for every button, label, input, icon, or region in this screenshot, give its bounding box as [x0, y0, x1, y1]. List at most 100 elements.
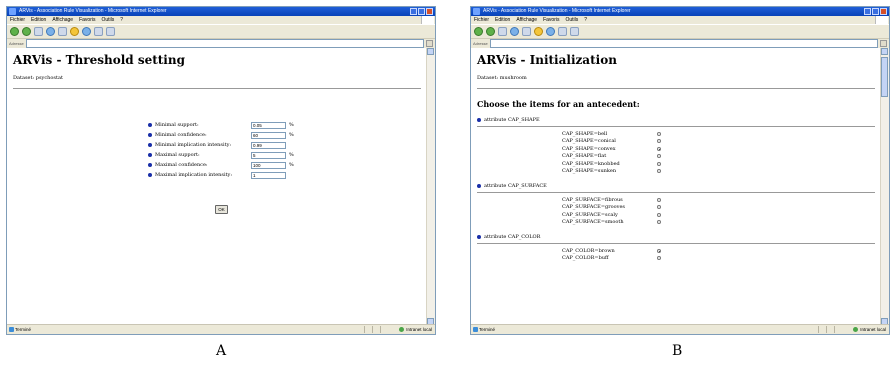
ok-button[interactable]: OK: [215, 205, 228, 214]
item-label: CAP_SHAPE=bell: [562, 130, 608, 137]
minimal-implication-input[interactable]: 0.99: [251, 141, 286, 149]
back-icon[interactable]: [474, 27, 483, 36]
item-radio[interactable]: [657, 154, 661, 159]
browser-window-a: ARVis - Association Rule Visualization -…: [6, 6, 436, 335]
bullet-icon: [148, 173, 152, 177]
address-label: Adresse: [473, 41, 488, 46]
vertical-scrollbar[interactable]: [880, 48, 889, 325]
address-dropdown-icon[interactable]: [426, 40, 433, 47]
security-zone: Intranet local: [398, 325, 432, 334]
print-icon[interactable]: [106, 27, 115, 36]
stop-icon[interactable]: [498, 27, 507, 36]
menu-favorites[interactable]: Favoris: [543, 16, 559, 24]
status-separator: [364, 326, 365, 333]
scroll-up-icon[interactable]: [427, 48, 434, 55]
item-radio-selected[interactable]: [657, 248, 661, 253]
minimal-support-input[interactable]: 0.05: [251, 121, 286, 129]
home-icon[interactable]: [522, 27, 531, 36]
unit-label: %: [289, 132, 294, 138]
list-item: CAP_SHAPE=knobbed: [471, 160, 881, 168]
status-bar: Terminé Intranet local: [7, 324, 435, 334]
intranet-icon: [853, 327, 859, 332]
refresh-icon[interactable]: [510, 27, 519, 36]
refresh-icon[interactable]: [46, 27, 55, 36]
field-label: Minimal confidence:: [155, 132, 207, 138]
item-radio[interactable]: [657, 197, 661, 202]
menu-view[interactable]: Affichage: [516, 16, 537, 24]
menu-edit[interactable]: Edition: [495, 16, 510, 24]
menu-file[interactable]: Fichier: [10, 16, 25, 24]
maximal-confidence-input[interactable]: 100: [251, 161, 286, 169]
value-list: CAP_COLOR=brown CAP_COLOR=buff: [471, 247, 881, 262]
divider: [477, 88, 875, 89]
item-radio[interactable]: [657, 256, 661, 261]
status-bar: Terminé Intranet local: [471, 324, 889, 334]
item-radio[interactable]: [657, 131, 661, 136]
menubar: Fichier Edition Affichage Favoris Outils…: [471, 16, 889, 24]
close-button[interactable]: [426, 8, 433, 15]
list-item: CAP_SURFACE=smooth: [471, 219, 881, 227]
home-icon[interactable]: [58, 27, 67, 36]
item-label: CAP_SURFACE=fibrous: [562, 196, 623, 203]
maximize-button[interactable]: [418, 8, 425, 15]
address-input[interactable]: [489, 39, 878, 48]
unit-label: %: [289, 152, 294, 158]
item-radio[interactable]: [657, 205, 661, 210]
list-item: CAP_SURFACE=fibrous: [471, 196, 881, 204]
address-dropdown-icon[interactable]: [880, 40, 887, 47]
history-icon[interactable]: [546, 27, 555, 36]
menu-favorites[interactable]: Favoris: [79, 16, 95, 24]
close-button[interactable]: [880, 8, 887, 15]
vertical-scrollbar[interactable]: [426, 48, 435, 325]
window-titlebar[interactable]: ARVis - Association Rule Visualization -…: [471, 7, 889, 16]
maximal-support-input[interactable]: 5: [251, 151, 286, 159]
menu-edit[interactable]: Edition: [31, 16, 46, 24]
stop-icon[interactable]: [34, 27, 43, 36]
antecedent-heading: Choose the items for an antecedent:: [477, 99, 640, 109]
item-label: CAP_SHAPE=knobbed: [562, 160, 620, 167]
zone-label: Intranet local: [860, 327, 886, 332]
item-radio[interactable]: [657, 220, 661, 225]
item-radio[interactable]: [657, 161, 661, 166]
minimize-button[interactable]: [410, 8, 417, 15]
menu-tools[interactable]: Outils: [565, 16, 578, 24]
maximize-button[interactable]: [872, 8, 879, 15]
back-icon[interactable]: [10, 27, 19, 36]
menu-help[interactable]: ?: [584, 16, 587, 24]
item-radio[interactable]: [657, 169, 661, 174]
print-icon[interactable]: [570, 27, 579, 36]
favorites-icon[interactable]: [70, 27, 79, 36]
item-radio[interactable]: [657, 212, 661, 217]
history-icon[interactable]: [82, 27, 91, 36]
menu-view[interactable]: Affichage: [52, 16, 73, 24]
item-radio-selected[interactable]: [657, 146, 661, 151]
attribute-header: attribute CAP_COLOR: [477, 234, 881, 240]
menu-help[interactable]: ?: [120, 16, 123, 24]
bullet-icon: [148, 153, 152, 157]
item-label: CAP_SURFACE=grooves: [562, 204, 625, 211]
item-radio[interactable]: [657, 139, 661, 144]
scroll-thumb[interactable]: [881, 57, 888, 97]
favorites-icon[interactable]: [534, 27, 543, 36]
forward-icon[interactable]: [22, 27, 31, 36]
divider: [477, 192, 875, 193]
forward-icon[interactable]: [486, 27, 495, 36]
bullet-icon: [148, 123, 152, 127]
menu-file[interactable]: Fichier: [474, 16, 489, 24]
maximal-implication-input[interactable]: 1: [251, 171, 286, 179]
field-label: Minimal support:: [155, 122, 199, 128]
menu-tools[interactable]: Outils: [101, 16, 114, 24]
minimal-confidence-input[interactable]: 60: [251, 131, 286, 139]
minimize-button[interactable]: [864, 8, 871, 15]
window-titlebar[interactable]: ARVis - Association Rule Visualization -…: [7, 7, 435, 16]
scroll-up-icon[interactable]: [881, 48, 888, 55]
attribute-title: attribute CAP_SURFACE: [484, 183, 547, 189]
mail-icon[interactable]: [558, 27, 567, 36]
status-text: Terminé: [479, 327, 496, 332]
field-label: Maximal implication intensity:: [155, 172, 233, 178]
security-zone: Intranet local: [852, 325, 886, 334]
mail-icon[interactable]: [94, 27, 103, 36]
form-row: Maximal confidence: 100 %: [148, 160, 294, 170]
address-input[interactable]: [25, 39, 424, 48]
item-label: CAP_SHAPE=sunken: [562, 168, 617, 175]
